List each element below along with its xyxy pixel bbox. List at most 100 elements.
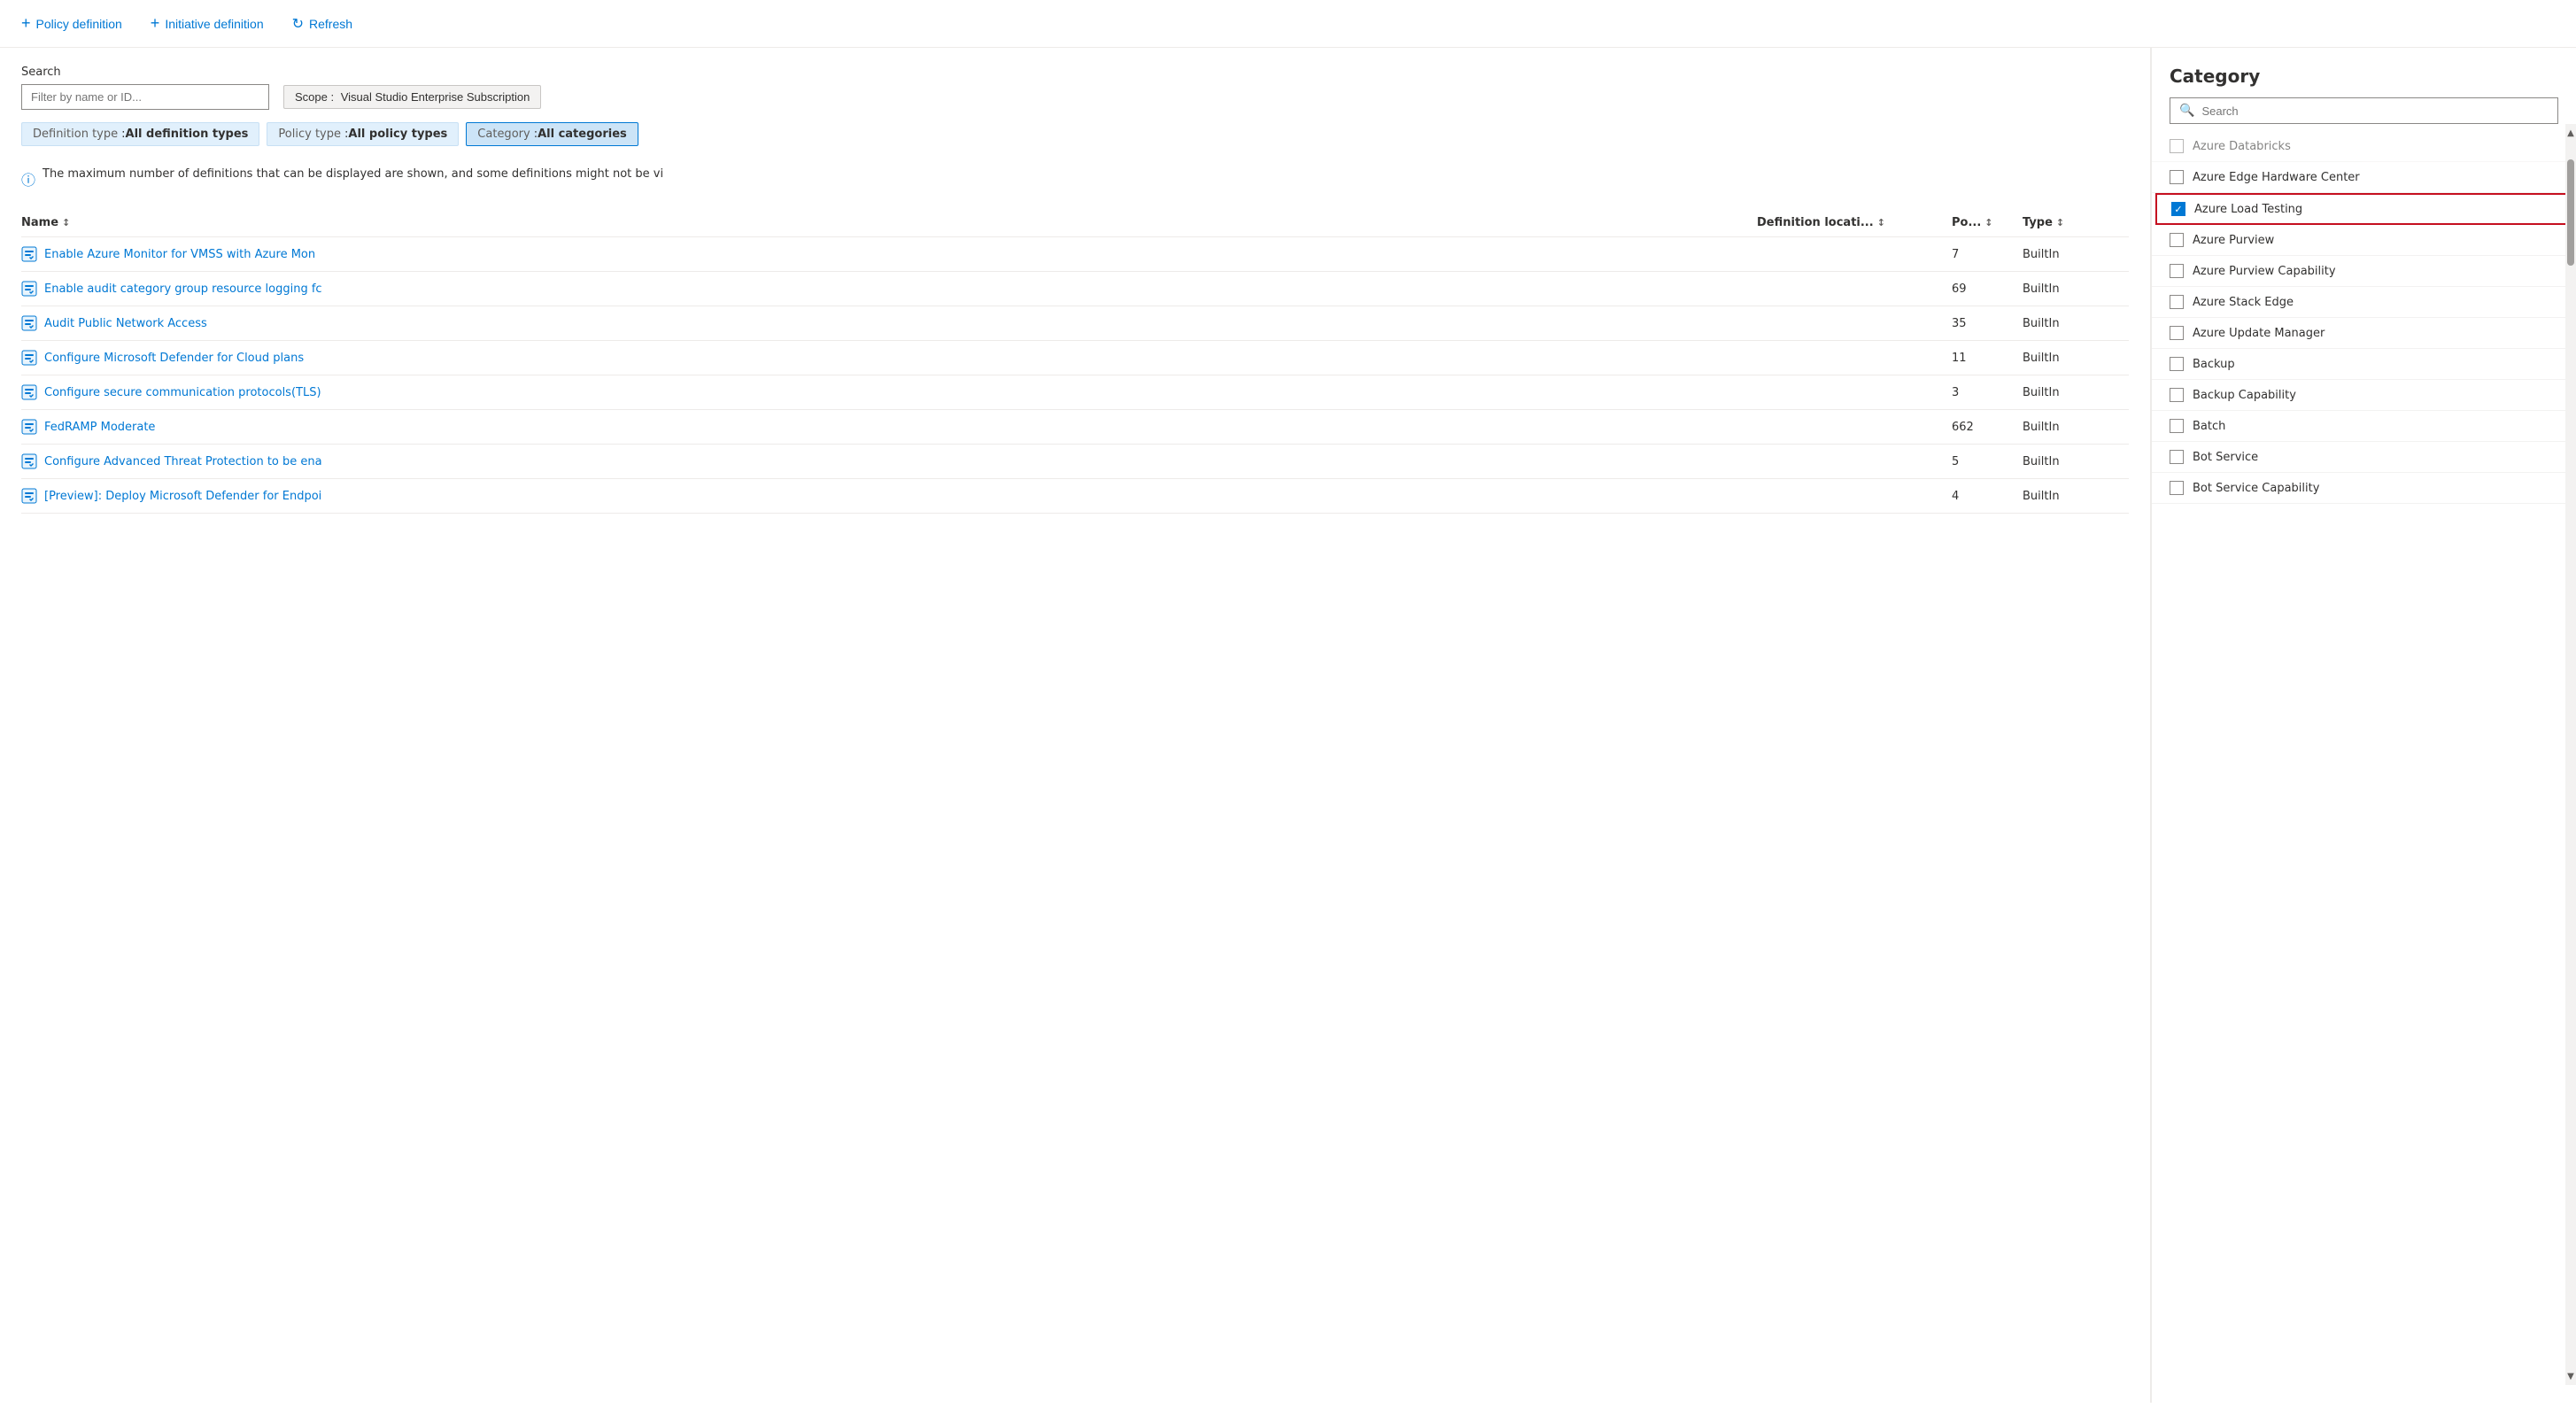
row-name-cell: Configure Advanced Threat Protection to … [21,453,1757,469]
category-item-label: Azure Purview Capability [2193,265,2336,278]
row-link[interactable]: Configure Microsoft Defender for Cloud p… [44,352,304,365]
table-row: Audit Public Network Access 35 BuiltIn [21,306,2129,341]
refresh-icon: ↻ [292,15,304,33]
table-row: Enable audit category group resource log… [21,272,2129,306]
row-link[interactable]: [Preview]: Deploy Microsoft Defender for… [44,490,321,503]
policy-icon [21,384,37,400]
checkbox[interactable] [2170,388,2184,402]
checkbox[interactable] [2170,295,2184,309]
table-rows: Enable Azure Monitor for VMSS with Azure… [21,237,2129,514]
row-policies: 7 [1952,248,2023,261]
row-policies: 4 [1952,490,2023,503]
category-title: Category [2152,66,2576,97]
row-policies: 69 [1952,282,2023,296]
checkbox[interactable] [2170,419,2184,433]
category-search-box[interactable]: 🔍 [2170,97,2558,124]
row-type: BuiltIn [2023,317,2129,330]
category-value: All categories [538,128,627,141]
row-type: BuiltIn [2023,352,2129,365]
policy-icon [21,350,37,366]
toolbar: + Policy definition + Initiative definit… [0,0,2576,48]
col-definition-location[interactable]: Definition locati... ↕ [1757,216,1952,229]
col-name[interactable]: Name ↕ [21,216,1757,229]
sort-icon-policies: ↕ [1984,217,1992,228]
category-list-wrapper: Azure DatabricksAzure Edge Hardware Cent… [2152,124,2576,1385]
row-name-cell: Configure secure communication protocols… [21,384,1757,400]
category-item[interactable]: Azure Purview [2152,225,2576,256]
policy-type-filter[interactable]: Policy type : All policy types [267,122,459,146]
category-item-label: Azure Purview [2193,234,2274,247]
checkbox[interactable] [2170,481,2184,495]
policy-type-value: All policy types [348,128,447,141]
scroll-up-arrow[interactable]: ▲ [2565,124,2576,142]
policy-icon [21,315,37,331]
row-policies: 3 [1952,386,2023,399]
scroll-thumb[interactable] [2567,159,2574,266]
refresh-button[interactable]: ↻ Refresh [292,15,352,33]
category-item[interactable]: Azure Update Manager [2152,318,2576,349]
policy-definition-button[interactable]: + Policy definition [21,14,122,33]
policy-definition-label: Policy definition [36,17,122,31]
sort-icon-location: ↕ [1877,217,1885,228]
category-item[interactable]: Azure Load Testing [2155,193,2572,225]
row-type: BuiltIn [2023,248,2129,261]
initiative-definition-label: Initiative definition [165,17,263,31]
row-link[interactable]: Audit Public Network Access [44,317,207,330]
row-link[interactable]: Enable audit category group resource log… [44,282,322,296]
checkbox[interactable] [2170,450,2184,464]
category-item[interactable]: Azure Stack Edge [2152,287,2576,318]
scope-value: Visual Studio Enterprise Subscription [341,90,530,104]
left-panel: Search Scope : Visual Studio Enterprise … [0,48,2151,1403]
row-name-cell: Enable Azure Monitor for VMSS with Azure… [21,246,1757,262]
sort-icon-name: ↕ [62,217,70,228]
col-policies[interactable]: Po... ↕ [1952,216,2023,229]
category-item[interactable]: Batch [2152,411,2576,442]
checkbox[interactable] [2170,170,2184,184]
search-label: Search [21,66,2129,79]
row-link[interactable]: Enable Azure Monitor for VMSS with Azure… [44,248,315,261]
category-item-label: Bot Service Capability [2193,482,2319,495]
category-filter[interactable]: Category : All categories [466,122,638,146]
row-type: BuiltIn [2023,421,2129,434]
policy-icon [21,488,37,504]
row-name-cell: Enable audit category group resource log… [21,281,1757,297]
category-item-label: Azure Update Manager [2193,327,2325,340]
table-header: Name ↕ Definition locati... ↕ Po... ↕ Ty… [21,209,2129,237]
table-row: Enable Azure Monitor for VMSS with Azure… [21,237,2129,272]
scope-button[interactable]: Scope : Visual Studio Enterprise Subscri… [283,85,541,109]
row-link[interactable]: Configure secure communication protocols… [44,386,321,399]
row-policies: 662 [1952,421,2023,434]
scrollbar[interactable]: ▲ ▼ [2565,124,2576,1385]
policy-icon [21,419,37,435]
checkbox[interactable] [2170,264,2184,278]
category-item-label: Backup Capability [2193,389,2296,402]
table-row: Configure Microsoft Defender for Cloud p… [21,341,2129,375]
initiative-definition-button[interactable]: + Initiative definition [151,14,264,33]
checkbox[interactable] [2170,233,2184,247]
checkbox[interactable] [2170,326,2184,340]
col-type[interactable]: Type ↕ [2023,216,2129,229]
definition-type-filter[interactable]: Definition type : All definition types [21,122,259,146]
category-item[interactable]: Azure Purview Capability [2152,256,2576,287]
category-item[interactable]: Azure Databricks [2152,131,2576,162]
policy-type-key: Policy type [278,128,341,141]
category-item[interactable]: Azure Edge Hardware Center [2152,162,2576,193]
row-policies: 35 [1952,317,2023,330]
policy-icon [21,246,37,262]
category-item[interactable]: Bot Service [2152,442,2576,473]
category-search-input[interactable] [2201,104,2549,118]
row-name-cell: [Preview]: Deploy Microsoft Defender for… [21,488,1757,504]
row-link[interactable]: Configure Advanced Threat Protection to … [44,455,322,468]
checkbox[interactable] [2171,202,2185,216]
main-area: Search Scope : Visual Studio Enterprise … [0,48,2576,1403]
category-item-label: Bot Service [2193,451,2258,464]
checkbox[interactable] [2170,139,2184,153]
category-item[interactable]: Backup [2152,349,2576,380]
search-input[interactable] [21,84,269,110]
filter-row: Definition type : All definition types P… [21,122,2129,146]
checkbox[interactable] [2170,357,2184,371]
category-item[interactable]: Backup Capability [2152,380,2576,411]
row-link[interactable]: FedRAMP Moderate [44,421,155,434]
category-item[interactable]: Bot Service Capability [2152,473,2576,504]
scroll-down-arrow[interactable]: ▼ [2565,1367,2576,1385]
